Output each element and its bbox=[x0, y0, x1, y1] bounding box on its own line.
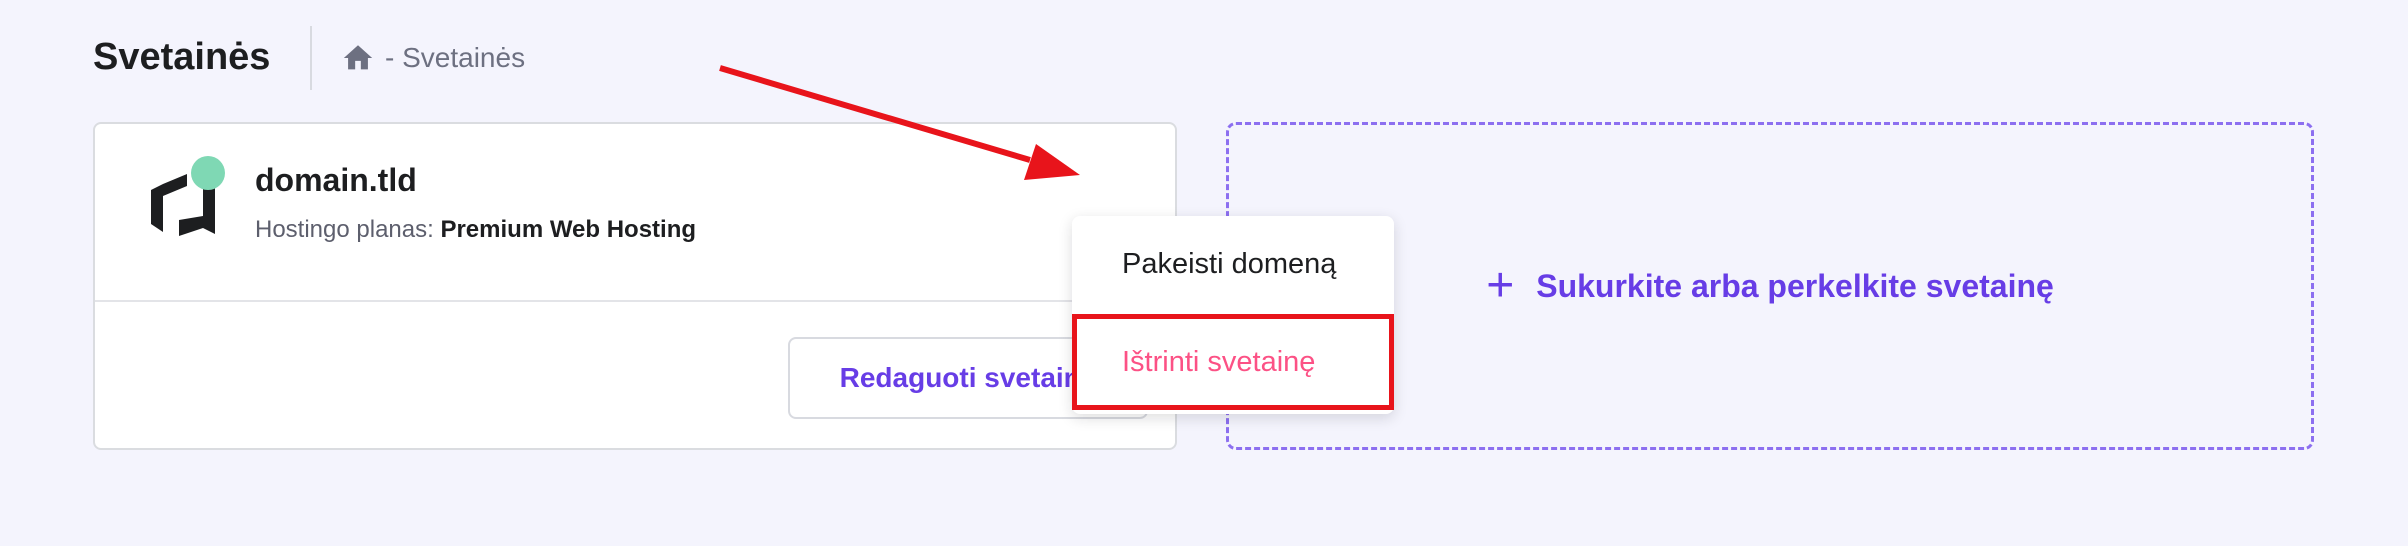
card-divider bbox=[95, 300, 1175, 302]
status-indicator bbox=[191, 156, 225, 190]
domain-name: domain.tld bbox=[255, 162, 417, 198]
menu-item-delete-website[interactable]: Ištrinti svetainę bbox=[1072, 314, 1394, 410]
plus-icon: + bbox=[1486, 259, 1515, 312]
breadcrumb: - Svetainės bbox=[341, 38, 525, 78]
options-dropdown: Pakeisti domeną Ištrinti svetainę bbox=[1072, 216, 1394, 414]
create-website-label: Sukurkite arba perkelkite svetainę bbox=[1536, 267, 2054, 304]
hosting-plan: Hostingo planas: Premium Web Hosting bbox=[255, 216, 696, 244]
home-icon[interactable] bbox=[341, 41, 375, 75]
website-card: domain.tld Hostingo planas: Premium Web … bbox=[93, 122, 1242, 450]
header-divider bbox=[310, 26, 312, 90]
plan-label: Hostingo planas: bbox=[255, 216, 434, 243]
menu-item-change-domain[interactable]: Pakeisti domeną bbox=[1072, 216, 1394, 312]
breadcrumb-label: - Svetainės bbox=[385, 42, 526, 73]
page-title: Svetainės bbox=[93, 36, 271, 78]
page-header: Svetainės bbox=[93, 25, 270, 90]
plan-value: Premium Web Hosting bbox=[440, 216, 697, 243]
